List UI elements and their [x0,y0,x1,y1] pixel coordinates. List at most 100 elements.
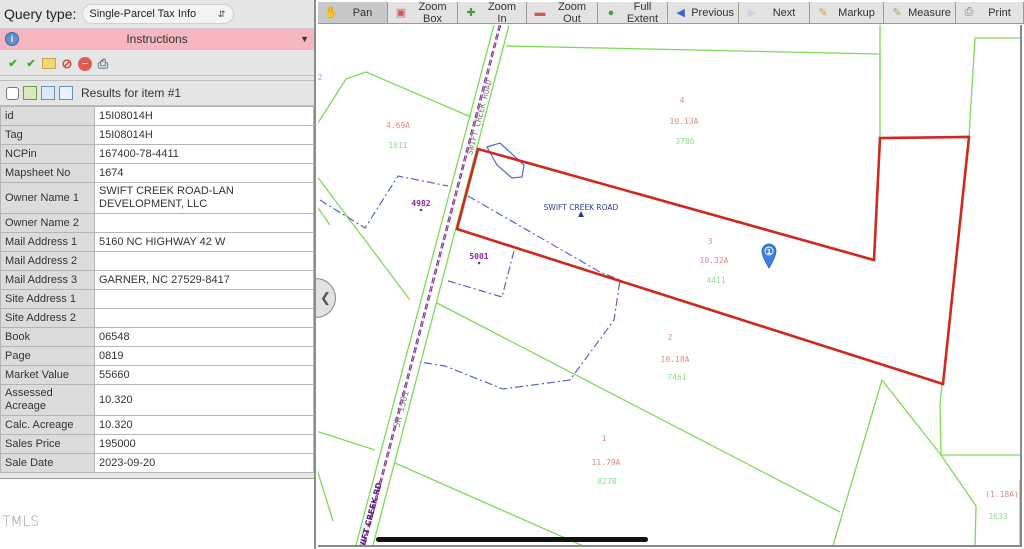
toolbar-full-extent-button[interactable]: ● Full Extent [598,1,668,25]
printer-icon: ⎙ [964,6,974,18]
watermark: TMLS [2,514,40,530]
pin-label: 1011 [388,141,407,150]
attribute-row: Sales Price 195000 [0,434,314,454]
chevron-down-icon[interactable]: ▼ [300,34,309,44]
toolbar-zoom-out-button[interactable]: ▬ Zoom Out [527,0,598,25]
address-label: 5001 [469,252,488,261]
map-toolbar: ✋ Pan ▣ Zoom Box ✚ Zoom In ▬ Zoom Out ● Full Exte… [318,0,1024,25]
attribute-table: id 15I08014H Tag 15I08014H NCPin 167400-78-44… [0,106,314,473]
toolbar-button-label: Zoom Out [557,0,587,25]
attribute-key: Sale Date [0,453,95,473]
toolbar-button-label: Print [988,6,1011,19]
toolbar-measure-button[interactable]: ✎ Measure [884,2,956,23]
toolbar-previous-button[interactable]: ◀ Previous [668,2,739,23]
attribute-value: 10.320 [94,415,314,435]
acreage-label: 10.18A [661,355,690,364]
acreage-label: 4.69A [386,121,410,130]
attribute-value [94,308,314,328]
hand-icon: ✋ [324,7,338,19]
pin-label: 7461 [667,373,686,382]
query-type-label: Query type: [4,6,77,22]
attribute-row: NCPin 167400-78-4411 [0,144,314,164]
acreage-label: (1.18A) [985,490,1019,499]
pin-label: 4411 [706,276,725,285]
attribute-value: 195000 [94,434,314,454]
attribute-row: Market Value 55660 [0,365,314,385]
parcel-boundary [832,378,977,545]
attribute-key: Tag [0,125,95,145]
toolbar-markup-button[interactable]: ✎ Markup [810,2,884,23]
attribute-key: Owner Name 2 [0,213,95,233]
attribute-value [94,251,314,271]
attribute-row: Tag 15I08014H [0,125,314,145]
toolbar-next-button[interactable]: ▶ Next [739,2,810,23]
folder-add-icon[interactable] [42,58,56,69]
attribute-value: 1674 [94,163,314,183]
pencil-icon: ✎ [818,7,828,19]
attribute-row: Mail Address 3 GARNER, NC 27529-8417 [0,270,314,290]
results-header: Results for item #1 [0,80,314,106]
attribute-value: 55660 [94,365,314,385]
attribute-key: Site Address 1 [0,289,95,309]
poi-label: SWIFT CREEK ROAD [544,203,619,212]
parcel-boundary [505,45,881,79]
toolbar-button-label: Previous [691,6,734,19]
address-point [477,261,481,265]
map-view[interactable]: 2 4.69A 1011 4 10.13A 3786 3 10.32A 4411… [318,25,1022,547]
toolbar-zoom-box-button[interactable]: ▣ Zoom Box [388,1,458,25]
attribute-row: Mail Address 2 [0,251,314,271]
globe-icon: ● [607,6,615,19]
zoom-out-icon: ▬ [534,6,546,19]
attribute-key: Calc. Acreage [0,415,95,435]
pin-label: 1633 [988,512,1007,521]
attribute-value: SWIFT CREEK ROAD-LAN DEVELOPMENT, LLC [94,182,314,214]
no-select-icon[interactable]: ⊘ [60,56,74,71]
gis-app: Query type: Single-Parcel Tax Info ⇵ i I… [0,0,1024,549]
attribute-value: 15I08014H [94,106,314,126]
parcel-boundary [318,206,331,226]
attribute-key: Assessed Acreage [0,384,95,416]
check-remove-icon[interactable]: ✔ [24,57,38,71]
toolbar-print-button[interactable]: ⎙ Print [956,2,1024,23]
toolbar-pan-button[interactable]: ✋ Pan [318,2,388,23]
attribute-row: id 15I08014H [0,106,314,126]
attribute-key: Mail Address 2 [0,251,95,271]
print-icon[interactable]: ⎙ [96,56,110,71]
windows-icon[interactable] [59,86,73,100]
query-type-select[interactable]: Single-Parcel Tax Info ⇵ [82,4,235,24]
parcel-boundary [318,71,472,125]
result-marker[interactable]: 1 [761,243,777,269]
marker-label: 1 [767,248,772,256]
toolbar-zoom-in-button[interactable]: ✚ Zoom In [458,1,527,25]
results-title: Results for item #1 [81,86,182,100]
acreage-label: 10.13A [670,117,699,126]
export-icon[interactable] [41,86,55,100]
lot-label: 1 [602,434,607,443]
lot-label: 4 [680,96,685,105]
attribute-value: 06548 [94,327,314,347]
parcel-boundary [436,302,841,513]
select-result-checkbox[interactable] [6,86,19,100]
attribute-value: 5160 NC HIGHWAY 42 W [94,232,314,252]
results-toolbar: ✔ ✔ ⊘ – ⎙ [0,52,314,76]
instructions-bar[interactable]: i Instructions ▼ [0,28,314,50]
attribute-value: 167400-78-4411 [94,144,314,164]
zoom-to-icon[interactable] [23,86,37,100]
pin-label: 3786 [675,137,694,146]
attribute-row: Mapsheet No 1674 [0,163,314,183]
arrow-left-icon: ◀ [676,7,685,19]
arrow-right-icon: ▶ [747,7,757,19]
attribute-key: Site Address 2 [0,308,95,328]
remove-icon[interactable]: – [78,56,92,71]
map-canvas[interactable]: 2 4.69A 1011 4 10.13A 3786 3 10.32A 4411… [318,25,1022,547]
parcel-boundary [318,176,411,301]
parcel-boundary [318,430,376,451]
home-indicator [376,537,648,542]
acreage-label: 11.79A [592,458,621,467]
zoom-box-icon: ▣ [395,7,407,19]
attribute-row: Sale Date 2023-09-20 [0,453,314,473]
attribute-value: 2023-09-20 [94,453,314,473]
toolbar-button-label: Markup [838,6,875,19]
check-add-icon[interactable]: ✔ [6,57,20,71]
attribute-key: Mail Address 3 [0,270,95,290]
